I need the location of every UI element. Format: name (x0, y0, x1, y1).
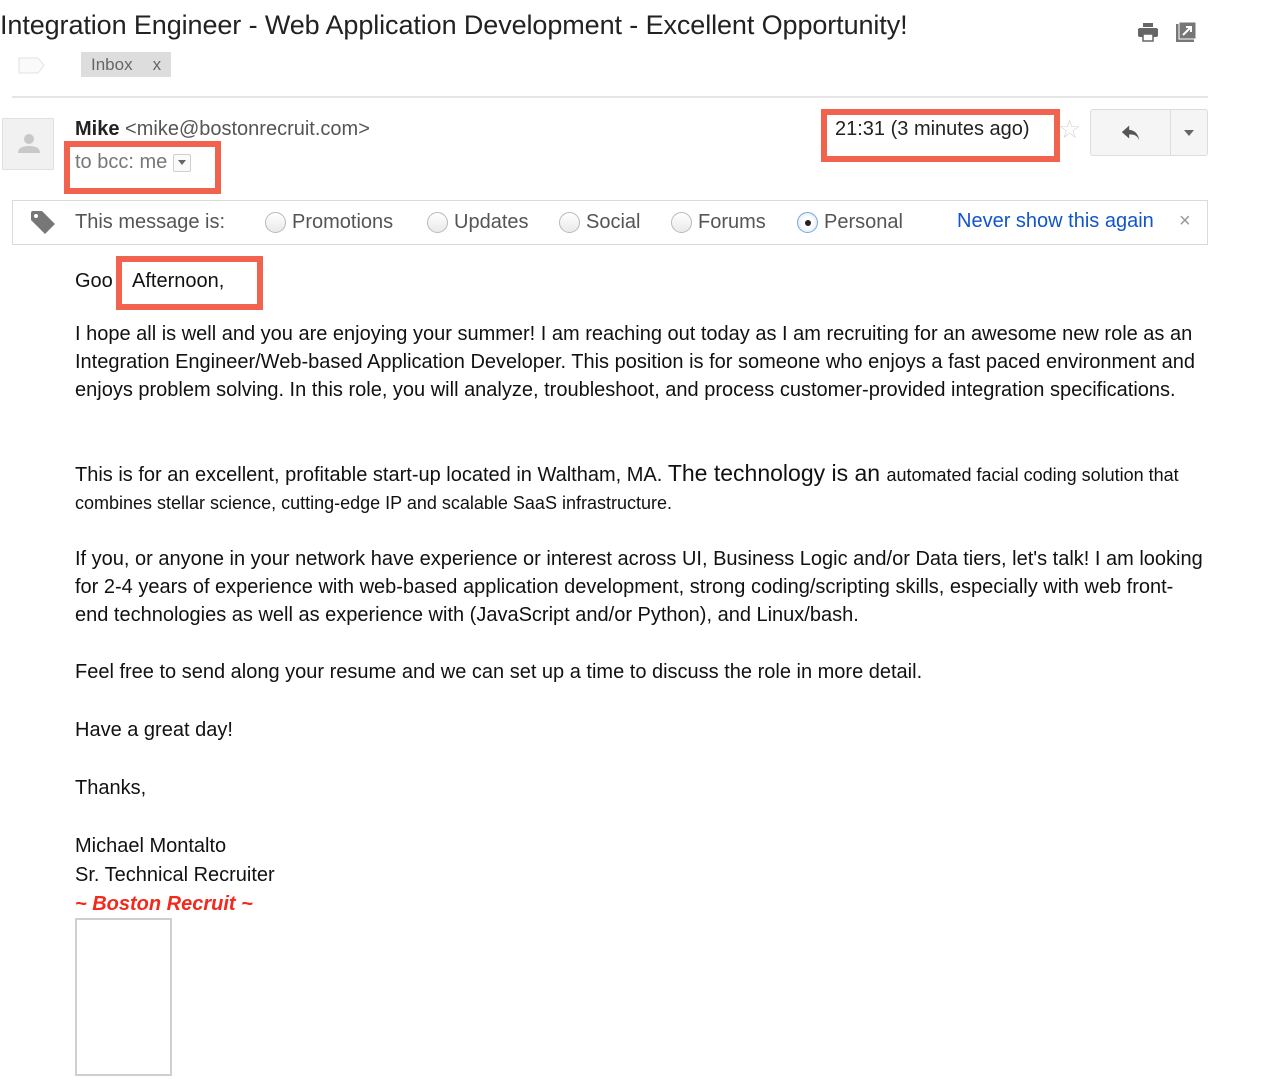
company-text-b: The technology is an (667, 460, 887, 486)
reply-button[interactable] (1091, 110, 1171, 155)
greeting-text: Goo (75, 270, 113, 292)
new-window-icon[interactable] (1174, 20, 1198, 44)
category-option-label: Promotions (292, 211, 394, 233)
signature-company: ~ Boston Recruit ~ (75, 893, 253, 915)
subject-heading: Integration Engineer - Web Application D… (0, 10, 908, 40)
annotation-highlight-greeting: Afternoon, (116, 256, 263, 310)
importance-marker-icon[interactable] (18, 57, 45, 74)
more-actions-dropdown[interactable] (1171, 110, 1207, 155)
body-paragraph-intro: I hope all is well and you are enjoying … (75, 323, 1195, 401)
signature-title: Sr. Technical Recruiter (75, 864, 275, 886)
radio-updates[interactable] (427, 212, 448, 233)
recipients-text: to bcc: me (75, 151, 168, 173)
category-option-updates[interactable]: Updates (427, 211, 529, 234)
body-paragraph-thanks: Thanks, (75, 777, 147, 799)
print-icon[interactable] (1136, 20, 1160, 44)
body-paragraph-closing: Have a great day! (75, 719, 233, 741)
signature-image-placeholder (75, 918, 172, 1076)
company-text-a: This is for an excellent, profitable sta… (75, 464, 668, 486)
sender-name: Mike (75, 118, 120, 140)
person-icon (18, 134, 40, 153)
sender-email: <mike@bostonrecruit.com> (125, 118, 370, 140)
sender-line[interactable]: Mike <mike@bostonrecruit.com> (75, 118, 370, 141)
category-option-personal[interactable]: Personal (797, 211, 903, 234)
signature-name: Michael Montalto (75, 835, 227, 857)
recipients-line: to bcc: me (75, 151, 192, 174)
radio-promotions[interactable] (265, 212, 286, 233)
email-signature: Michael Montalto Sr. Technical Recruiter… (75, 832, 275, 919)
show-details-dropdown[interactable] (173, 153, 192, 172)
close-category-bar-button[interactable]: × (1179, 210, 1191, 233)
category-option-label: Personal (824, 211, 903, 233)
never-show-again-link[interactable]: Never show this again (957, 210, 1154, 233)
body-paragraph-cta: Feel free to send along your resume and … (75, 661, 923, 683)
greeting-highlight-text: Afternoon, (132, 270, 225, 292)
body-paragraph-company: This is for an excellent, profitable sta… (75, 459, 1205, 517)
label-chip-inbox[interactable]: Inbox x (81, 52, 172, 77)
radio-forums[interactable] (671, 212, 692, 233)
category-option-label: Social (586, 211, 641, 233)
category-option-promotions[interactable]: Promotions (265, 211, 393, 234)
star-icon[interactable]: ☆ (1058, 116, 1081, 142)
message-timestamp: 21:31 (3 minutes ago) (835, 118, 1030, 140)
category-option-forums[interactable]: Forums (671, 211, 766, 234)
remove-label-button[interactable]: x (153, 52, 162, 77)
category-option-label: Forums (698, 211, 766, 233)
category-option-social[interactable]: Social (559, 211, 640, 234)
radio-personal[interactable] (797, 212, 818, 233)
header-divider (12, 96, 1208, 98)
reply-icon (1121, 125, 1139, 140)
category-prompt: This message is: (75, 211, 226, 233)
tag-icon (31, 211, 55, 234)
sender-avatar[interactable] (2, 118, 54, 170)
reply-button-group (1090, 109, 1208, 156)
radio-social[interactable] (559, 212, 580, 233)
category-feedback-bar: This message is: Promotions Updates Soci… (12, 200, 1208, 245)
body-paragraph-requirements: If you, or anyone in your network have e… (75, 548, 1203, 626)
category-option-label: Updates (454, 211, 529, 233)
label-chip-name: Inbox (91, 55, 133, 74)
